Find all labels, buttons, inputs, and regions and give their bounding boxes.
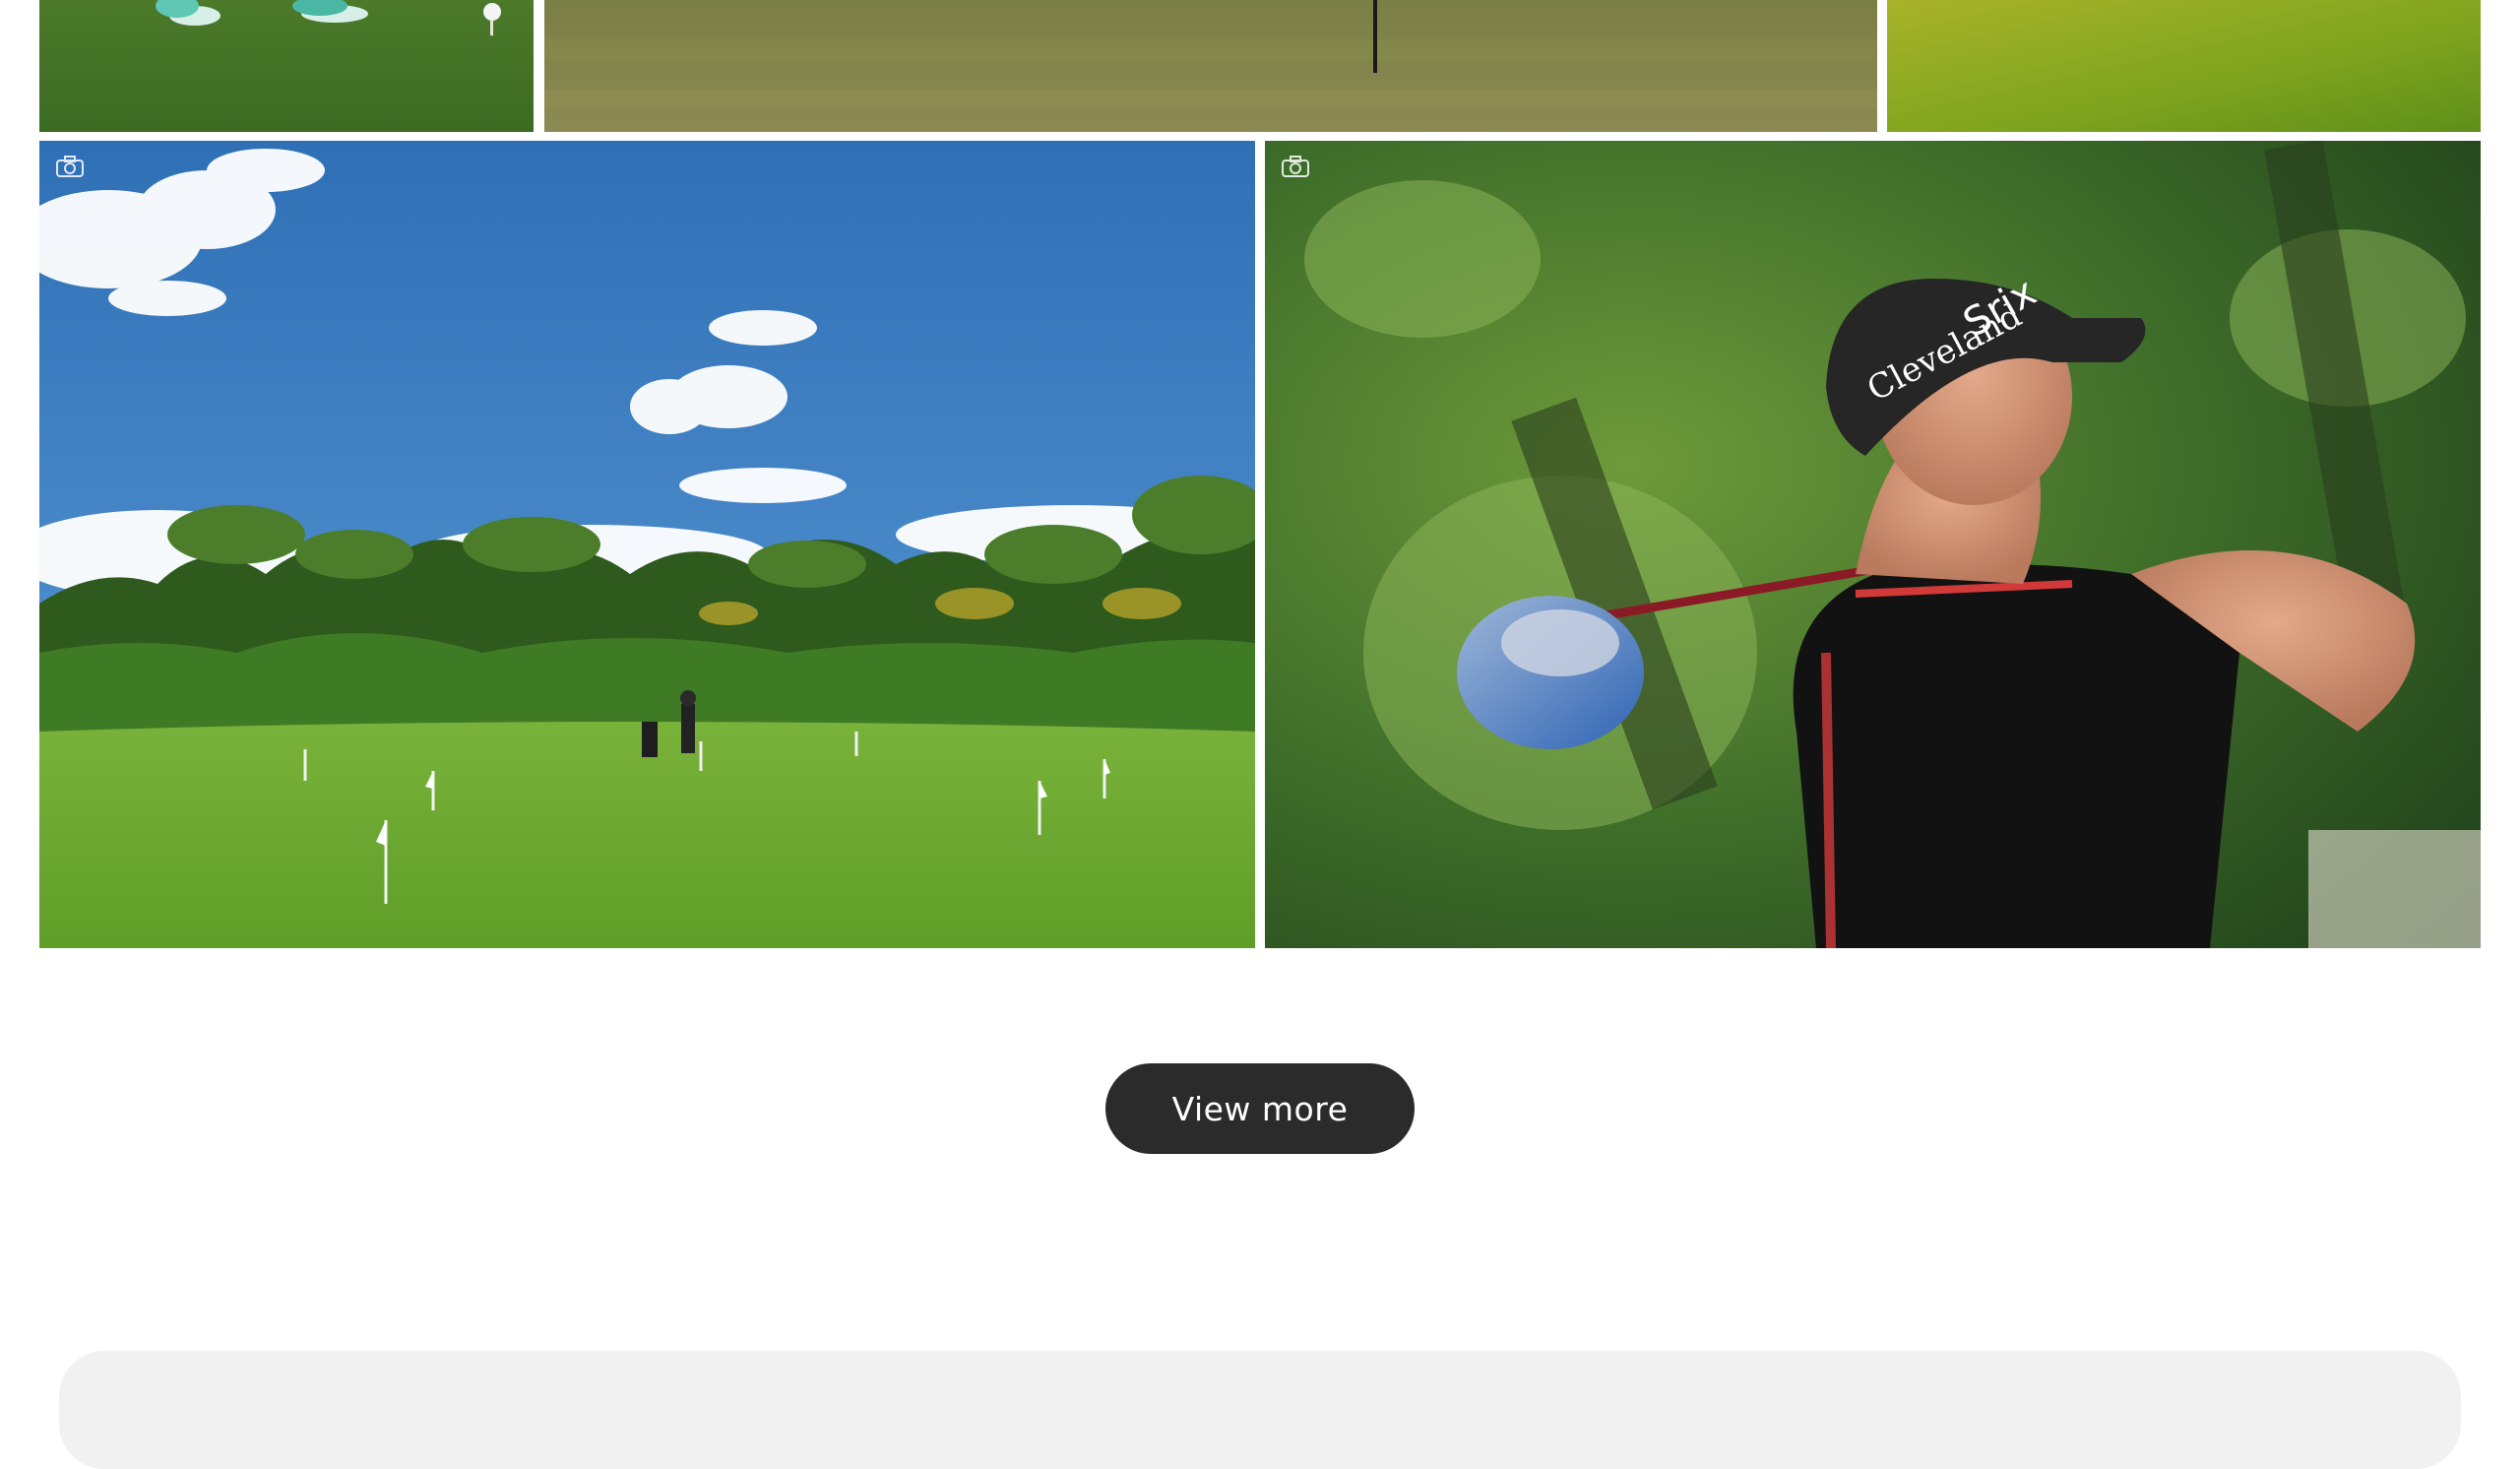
photo-image <box>39 141 1255 948</box>
gallery-photo-golfer-swing[interactable]: Cleveland Srix <box>1265 141 2481 948</box>
camera-icon <box>56 156 84 177</box>
photo-image <box>544 0 1877 132</box>
footer-panel <box>59 1351 2461 1469</box>
gallery-photo-golfer-feet[interactable] <box>39 0 534 132</box>
gallery-photo-green-fairway[interactable] <box>1887 0 2481 132</box>
gallery-photo-fairway-flag[interactable] <box>544 0 1877 132</box>
view-more-button[interactable]: View more <box>1105 1063 1415 1154</box>
photo-image: Cleveland Srix <box>1265 141 2481 948</box>
photo-image <box>39 0 534 132</box>
photo-image <box>1887 0 2481 132</box>
gallery-photo-putting-green[interactable] <box>39 141 1255 948</box>
camera-icon <box>1282 156 1309 177</box>
